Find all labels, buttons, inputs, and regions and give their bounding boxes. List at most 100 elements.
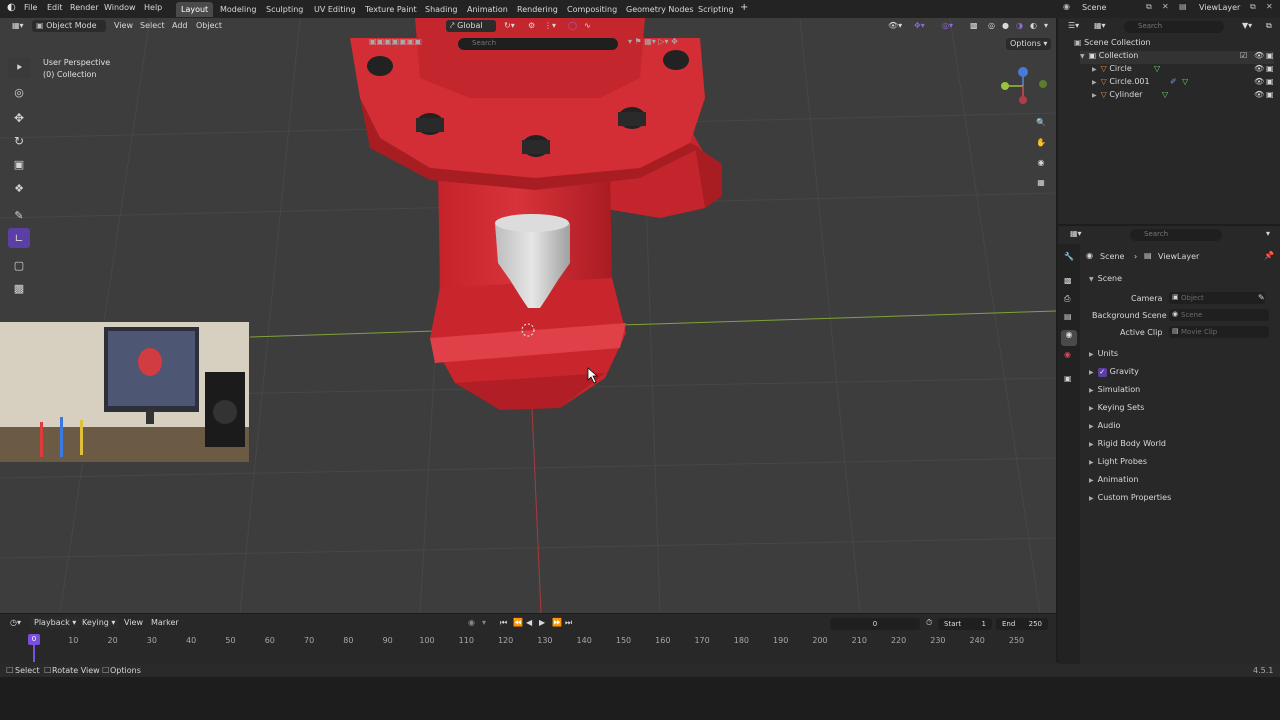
overlay-toggle-icon[interactable]: ◎▾ bbox=[938, 20, 957, 32]
workspace-tab-texture-paint[interactable]: Texture Paint bbox=[360, 2, 422, 17]
collapse-scene-icon[interactable]: ▼ bbox=[1089, 276, 1094, 283]
annotate-icon[interactable]: ✎ bbox=[8, 205, 30, 225]
properties-search-input[interactable]: Search bbox=[1130, 229, 1222, 241]
outliner-panel[interactable]: ☰▾ ▦▾ Search ▼▾ ⧉ ▣ Scene Collection ▼ ▣ … bbox=[1058, 18, 1280, 224]
menu-file[interactable]: File bbox=[24, 3, 37, 12]
delete-view-layer-icon[interactable]: ✕ bbox=[1266, 2, 1273, 11]
view-layer-icon[interactable]: ▤ bbox=[1179, 2, 1187, 11]
timeline-editor[interactable]: ◷▾ Playback ▾ Keying ▾ View Marker ◉ ▾ ⏮… bbox=[0, 614, 1056, 664]
expand-simulation-icon[interactable]: ▶ bbox=[1089, 387, 1094, 394]
options-dropdown[interactable]: Options ▾ bbox=[1006, 38, 1052, 50]
view-layer-selector[interactable]: ViewLayer bbox=[1199, 3, 1240, 12]
item-visibility-icon[interactable]: 👁 bbox=[1254, 90, 1264, 99]
expand-rigid-body-icon[interactable]: ▶ bbox=[1089, 441, 1094, 448]
selection-mode-icons[interactable]: ▣▣▣▣▣▣▣ bbox=[365, 36, 426, 48]
collection-checkbox-icon[interactable]: ☑ bbox=[1240, 51, 1247, 60]
item-render-icon[interactable]: ▣ bbox=[1266, 77, 1274, 86]
outliner-search-input[interactable]: Search bbox=[1124, 21, 1224, 33]
workspace-tab-layout[interactable]: Layout bbox=[176, 2, 214, 17]
eyedropper-icon[interactable]: ✎ bbox=[1258, 293, 1265, 302]
workspace-tab-animation[interactable]: Animation bbox=[462, 2, 513, 17]
output-tab-icon[interactable]: ⎙ bbox=[1064, 294, 1070, 304]
shading-rendered-icon[interactable]: ◐ bbox=[1026, 20, 1041, 32]
tree-item-cylinder[interactable]: ▶ ▽ Cylinder ▽ 👁 ▣ bbox=[1092, 90, 1274, 103]
new-collection-icon[interactable]: ⧉ bbox=[1262, 20, 1276, 32]
object-menu[interactable]: Object bbox=[192, 20, 226, 32]
shading-options-icon[interactable]: ▾ bbox=[1040, 20, 1052, 32]
pivot-point-icon[interactable]: ↻▾ bbox=[500, 20, 519, 32]
workspace-tab-sculpting[interactable]: Sculpting bbox=[261, 2, 308, 17]
expand-gravity-icon[interactable]: ▶ bbox=[1089, 369, 1094, 376]
properties-editor-type-icon[interactable]: ▦▾ bbox=[1066, 228, 1086, 240]
viewport-scene[interactable] bbox=[0, 18, 1056, 613]
pin-icon[interactable]: 📌 bbox=[1264, 251, 1274, 260]
visibility-selector-icon[interactable]: 👁▾ bbox=[884, 20, 906, 32]
shading-solid-icon[interactable]: ● bbox=[998, 20, 1013, 32]
camera-icon[interactable]: ◉ bbox=[1033, 154, 1049, 170]
collection-render-icon[interactable]: ▣ bbox=[1266, 51, 1274, 60]
properties-options-icon[interactable]: ▾ bbox=[1262, 228, 1274, 240]
menu-render[interactable]: Render bbox=[70, 3, 98, 12]
scale-icon[interactable]: ▣ bbox=[8, 154, 30, 174]
section-gravity[interactable]: ▶ ✓ Gravity bbox=[1089, 367, 1139, 377]
expand-custom-properties-icon[interactable]: ▶ bbox=[1089, 495, 1094, 502]
item-visibility-icon[interactable]: 👁 bbox=[1254, 64, 1264, 73]
workspace-tab-shading[interactable]: Shading bbox=[420, 2, 463, 17]
workspace-tab-compositing[interactable]: Compositing bbox=[562, 2, 622, 17]
section-audio[interactable]: ▶ Audio bbox=[1089, 421, 1120, 430]
viewport-search-input[interactable]: Search bbox=[458, 38, 618, 50]
expand-collection-icon[interactable]: ▼ bbox=[1080, 53, 1085, 60]
add-cube-icon[interactable]: ▢ bbox=[8, 255, 30, 275]
section-scene[interactable]: ▼ Scene bbox=[1089, 274, 1122, 283]
add-menu[interactable]: Add bbox=[168, 20, 192, 32]
expand-cylinder-icon[interactable]: ▶ bbox=[1092, 92, 1097, 99]
active-clip-field[interactable]: Movie Clip bbox=[1169, 326, 1269, 338]
transform-orientation-selector[interactable]: ⤤ Global bbox=[446, 20, 496, 32]
shading-material-icon[interactable]: ◑ bbox=[1012, 20, 1027, 32]
shading-wireframe-icon[interactable]: ◎ bbox=[984, 20, 999, 32]
workspace-tab-geometry-nodes[interactable]: Geometry Nodes bbox=[621, 2, 698, 17]
gravity-checkbox[interactable]: ✓ bbox=[1097, 368, 1107, 377]
section-light-probes[interactable]: ▶ Light Probes bbox=[1089, 457, 1147, 466]
section-custom-properties[interactable]: ▶ Custom Properties bbox=[1089, 493, 1171, 502]
section-keying-sets[interactable]: ▶ Keying Sets bbox=[1089, 403, 1144, 412]
zoom-icon[interactable]: 🔍 bbox=[1033, 114, 1049, 130]
new-scene-icon[interactable]: ⧉ bbox=[1146, 2, 1152, 12]
menu-help[interactable]: Help bbox=[144, 3, 162, 12]
xray-toggle-icon[interactable]: ▩ bbox=[966, 20, 982, 32]
scene-tab-icon[interactable]: ◉ bbox=[1061, 330, 1077, 346]
menu-window[interactable]: Window bbox=[104, 3, 136, 12]
collection-tab-icon[interactable]: ▣ bbox=[1064, 374, 1072, 383]
proportional-edit-icon[interactable]: ◯ bbox=[564, 20, 581, 32]
playhead[interactable]: 0 bbox=[28, 634, 40, 645]
workspace-tab-uv-editing[interactable]: UV Editing bbox=[309, 2, 361, 17]
item-render-icon[interactable]: ▣ bbox=[1266, 64, 1274, 73]
outliner-display-mode-icon[interactable]: ▦▾ bbox=[1090, 20, 1110, 32]
render-tab-icon[interactable]: ▩ bbox=[1064, 276, 1072, 285]
axis-navigation-gizmo[interactable] bbox=[995, 64, 1051, 108]
section-simulation[interactable]: ▶ Simulation bbox=[1089, 385, 1140, 394]
falloff-icon[interactable]: ∿ bbox=[580, 20, 595, 32]
transform-cube-icon[interactable]: ▩ bbox=[8, 278, 30, 298]
item-visibility-icon[interactable]: 👁 bbox=[1254, 77, 1264, 86]
frame-ruler[interactable]: 10 20 30 40 50 60 70 80 90 100 110 120 130 140 150 160 1… bbox=[0, 614, 1056, 664]
3d-viewport[interactable]: ▦▾ ▣ Object Mode View Select Add Object … bbox=[0, 18, 1056, 613]
editor-type-icon[interactable]: ▦▾ bbox=[8, 20, 28, 32]
expand-circle-icon[interactable]: ▶ bbox=[1092, 66, 1097, 73]
workspace-tab-rendering[interactable]: Rendering bbox=[512, 2, 563, 17]
blender-logo-icon[interactable]: ◐ bbox=[7, 2, 16, 13]
expand-circle-001-icon[interactable]: ▶ bbox=[1092, 79, 1097, 86]
expand-audio-icon[interactable]: ▶ bbox=[1089, 423, 1094, 430]
world-tab-icon[interactable]: ◉ bbox=[1064, 350, 1071, 359]
menu-edit[interactable]: Edit bbox=[47, 3, 63, 12]
collection-visibility-icon[interactable]: 👁 bbox=[1254, 51, 1264, 60]
tree-item-circle-001[interactable]: ▶ ▽ Circle.001 ✐ ▽ 👁 ▣ bbox=[1092, 77, 1274, 90]
view-layer-tab-icon[interactable]: ▤ bbox=[1064, 312, 1072, 321]
section-rigid-body-world[interactable]: ▶ Rigid Body World bbox=[1089, 439, 1166, 448]
scene-selector[interactable]: Scene bbox=[1082, 3, 1106, 12]
properties-panel[interactable]: ▦▾ Search ▾ 🔧 ▩ ⎙ ▤ ◉ ◉ ▣ ◉ Scene › ▤ Vi… bbox=[1058, 226, 1280, 664]
fire-hydrant-model[interactable] bbox=[350, 18, 722, 410]
delete-scene-icon[interactable]: ✕ bbox=[1162, 2, 1169, 11]
expand-keying-sets-icon[interactable]: ▶ bbox=[1089, 405, 1094, 412]
grid-icon[interactable]: ▦ bbox=[1033, 174, 1049, 190]
